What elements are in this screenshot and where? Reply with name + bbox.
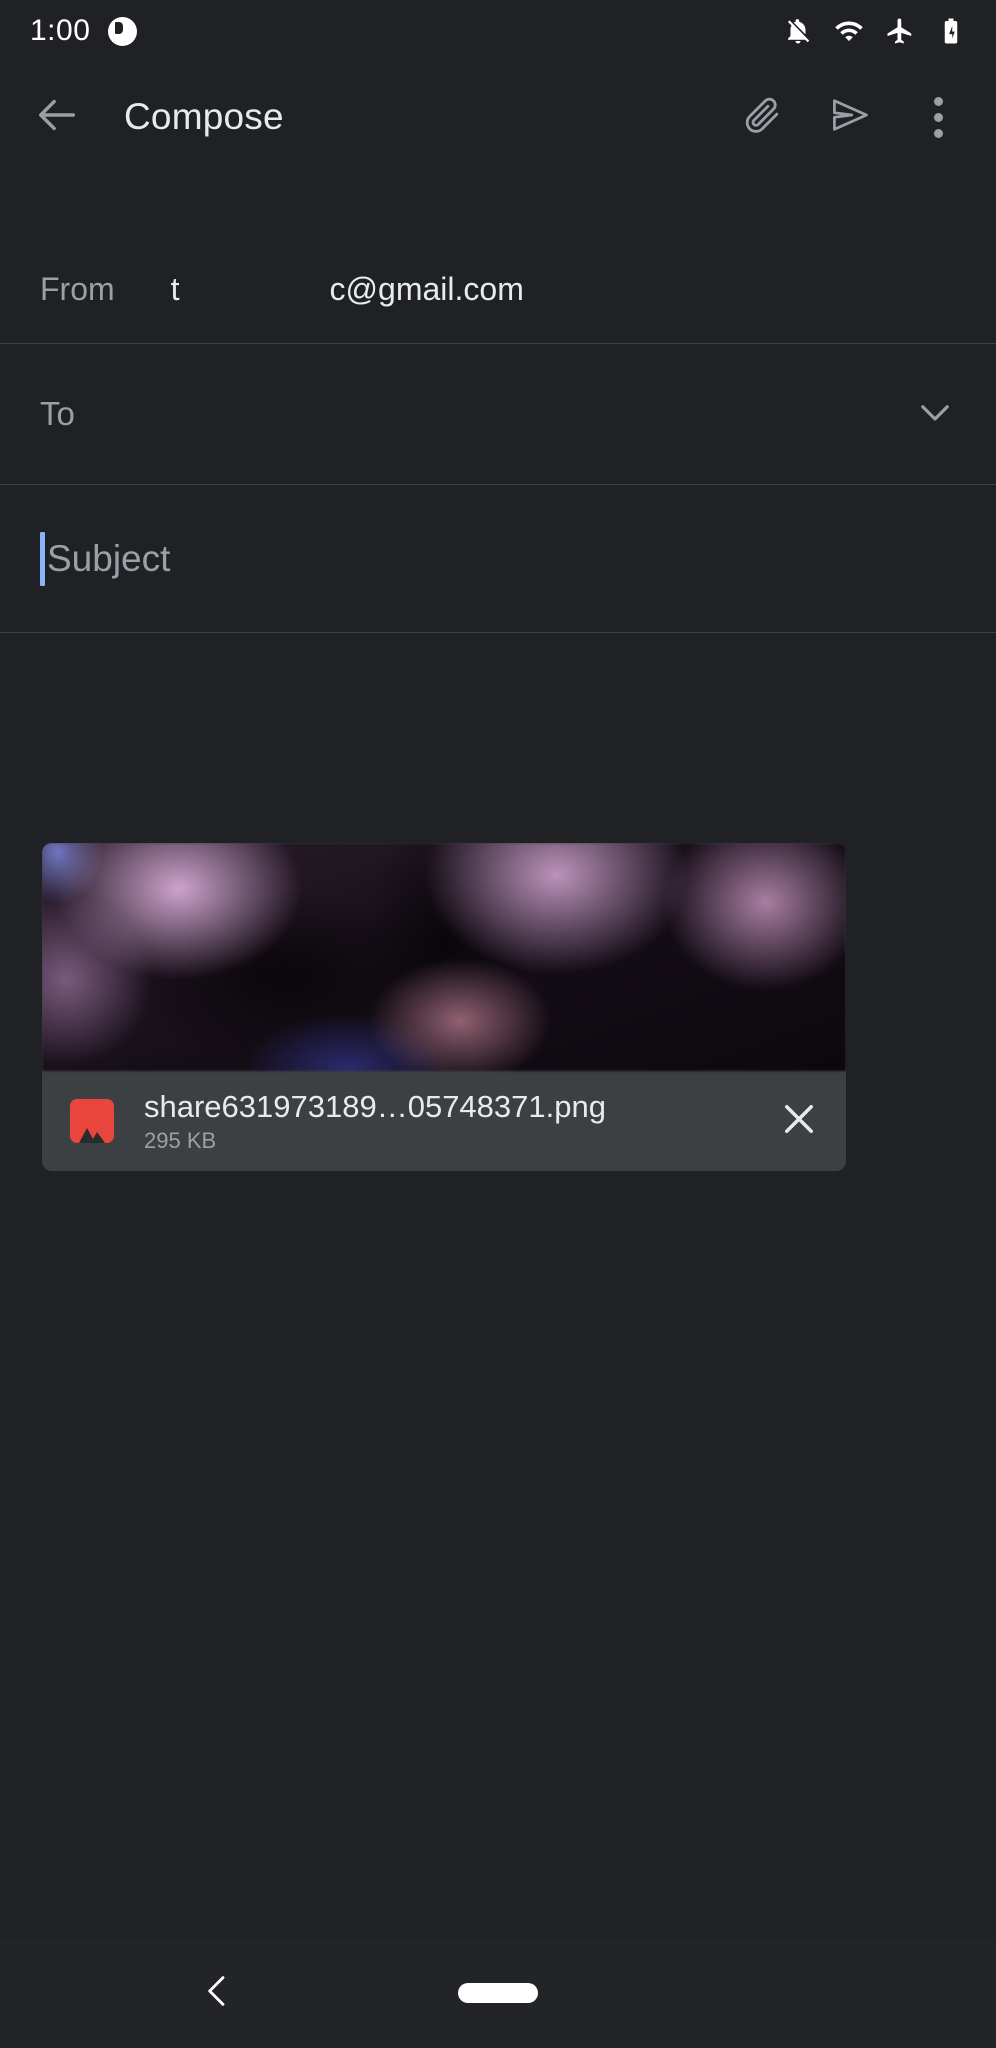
message-body-area[interactable] <box>0 633 996 1938</box>
status-bar: 1:00 <box>0 0 996 62</box>
app-bar-actions <box>726 81 974 153</box>
subject-field[interactable]: Subject <box>0 485 996 632</box>
text-caret <box>40 531 45 586</box>
send-icon <box>828 93 872 142</box>
attachment-thumbnail[interactable] <box>42 843 846 1071</box>
status-bar-icons <box>783 16 966 46</box>
chevron-down-icon <box>914 404 956 437</box>
to-field[interactable]: To <box>0 344 996 484</box>
attachment-filesize: 295 KB <box>144 1127 217 1153</box>
wifi-icon <box>834 16 864 46</box>
app-bar: Compose <box>0 62 996 172</box>
page-title: Compose <box>124 96 284 137</box>
close-icon <box>778 1104 820 1144</box>
attach-file-icon <box>741 94 783 141</box>
to-placeholder: To <box>40 395 75 432</box>
attachment-meta: share631973189…05748371.png 295 KB <box>144 1089 606 1154</box>
notification-badge-icon <box>108 16 138 46</box>
compose-screen: 1:00 Compose From t c@gmail.com To Subje… <box>0 0 996 2048</box>
attach-file-button[interactable] <box>726 81 798 153</box>
more-options-button[interactable] <box>902 81 974 153</box>
from-label: From <box>40 270 115 307</box>
attachment-filename: share631973189…05748371.png <box>144 1088 606 1124</box>
home-pill-indicator[interactable] <box>458 1983 538 2003</box>
nav-back-icon <box>198 1975 238 2015</box>
more-options-icon <box>933 96 943 138</box>
back-arrow-icon <box>35 92 81 143</box>
back-button[interactable] <box>22 81 94 153</box>
system-navigation-bar <box>0 1938 996 2048</box>
remove-attachment-button[interactable] <box>758 1098 820 1145</box>
notifications-off-icon <box>783 16 813 46</box>
battery-charging-icon <box>936 16 966 46</box>
from-address: t c@gmail.com <box>171 271 524 308</box>
attachment-info-row: share631973189…05748371.png 295 KB <box>42 1071 846 1171</box>
image-file-icon <box>70 1099 114 1143</box>
nav-back-button[interactable] <box>198 1971 238 2016</box>
to-expand-button[interactable] <box>914 391 956 438</box>
airplane-mode-icon <box>885 16 915 46</box>
send-button[interactable] <box>814 81 886 153</box>
from-address-suffix: c@gmail.com <box>329 270 524 307</box>
from-field[interactable]: From t c@gmail.com <box>0 236 996 342</box>
status-bar-clock: 1:00 <box>30 14 91 47</box>
attachment-card[interactable]: share631973189…05748371.png 295 KB <box>42 843 846 1171</box>
subject-placeholder: Subject <box>47 537 171 579</box>
from-address-prefix: t <box>170 270 180 307</box>
